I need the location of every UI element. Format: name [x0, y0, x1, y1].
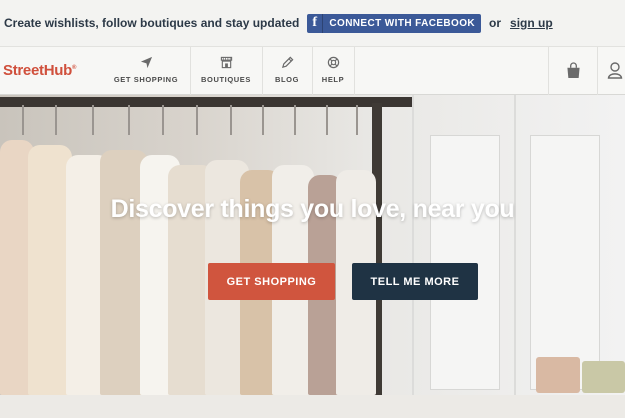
door-panel: [530, 135, 600, 390]
tell-me-more-button[interactable]: TELL ME MORE: [352, 263, 478, 300]
hanger: [196, 105, 198, 135]
logo-registered-mark: ®: [71, 65, 77, 71]
promo-text: Create wishlists, follow boutiques and s…: [4, 16, 300, 30]
basket: [536, 357, 580, 393]
nav-divider: [597, 47, 598, 95]
connect-facebook-label: CONNECT WITH FACEBOOK: [329, 17, 476, 29]
nav-get-shopping[interactable]: GET SHOPPING: [106, 47, 186, 95]
page-bottom-strip: [0, 395, 625, 418]
nav-divider: [548, 47, 549, 95]
door-edge: [412, 95, 414, 395]
promo-bar: Create wishlists, follow boutiques and s…: [0, 0, 625, 46]
nav-divider: [262, 47, 263, 95]
hanger: [55, 105, 57, 135]
hanger: [326, 105, 328, 135]
nav-divider: [312, 47, 313, 95]
logo-text: StreetHub: [3, 62, 72, 79]
nav-boutiques-label: BOUTIQUES: [201, 75, 251, 84]
shopping-bag-icon: [566, 61, 580, 78]
storefront-icon: [220, 56, 232, 69]
get-shopping-button[interactable]: GET SHOPPING: [208, 263, 335, 300]
user-icon: [607, 62, 623, 79]
door-edge: [514, 95, 516, 395]
account-button[interactable]: [606, 60, 624, 80]
lifebuoy-icon: [327, 56, 339, 69]
signup-link[interactable]: sign up: [510, 16, 553, 30]
streethub-logo[interactable]: StreetHub®: [3, 62, 76, 79]
hanger: [92, 105, 94, 135]
nav-boutiques[interactable]: BOUTIQUES: [194, 47, 258, 95]
hanger: [162, 105, 164, 135]
nav-get-shopping-label: GET SHOPPING: [113, 75, 179, 84]
hanger: [262, 105, 264, 135]
hero-title: Discover things you love, near you: [110, 195, 515, 223]
hanger: [230, 105, 232, 135]
nav-divider: [354, 47, 355, 95]
promo-or-text: or: [489, 16, 502, 30]
nav-blog-label: BLOG: [274, 75, 300, 84]
facebook-icon: f: [307, 13, 324, 33]
main-navigation: StreetHub® GET SHOPPING BOUTIQUES BLOG H…: [0, 46, 625, 95]
hanger: [356, 105, 358, 135]
nav-divider: [190, 47, 191, 95]
nav-help[interactable]: HELP: [316, 47, 350, 95]
nav-blog[interactable]: BLOG: [266, 47, 308, 95]
shopping-bag-button[interactable]: [564, 60, 582, 80]
nav-help-label: HELP: [321, 75, 345, 84]
clothing-rack-bar: [0, 97, 412, 107]
hero-banner: Discover things you love, near you GET S…: [0, 95, 625, 395]
connect-facebook-button[interactable]: f CONNECT WITH FACEBOOK: [307, 13, 482, 33]
pencil-icon: [281, 56, 293, 69]
hanger: [294, 105, 296, 135]
hanger: [128, 105, 130, 135]
hanger: [22, 105, 24, 135]
basket: [582, 361, 625, 393]
send-icon: [140, 56, 152, 69]
